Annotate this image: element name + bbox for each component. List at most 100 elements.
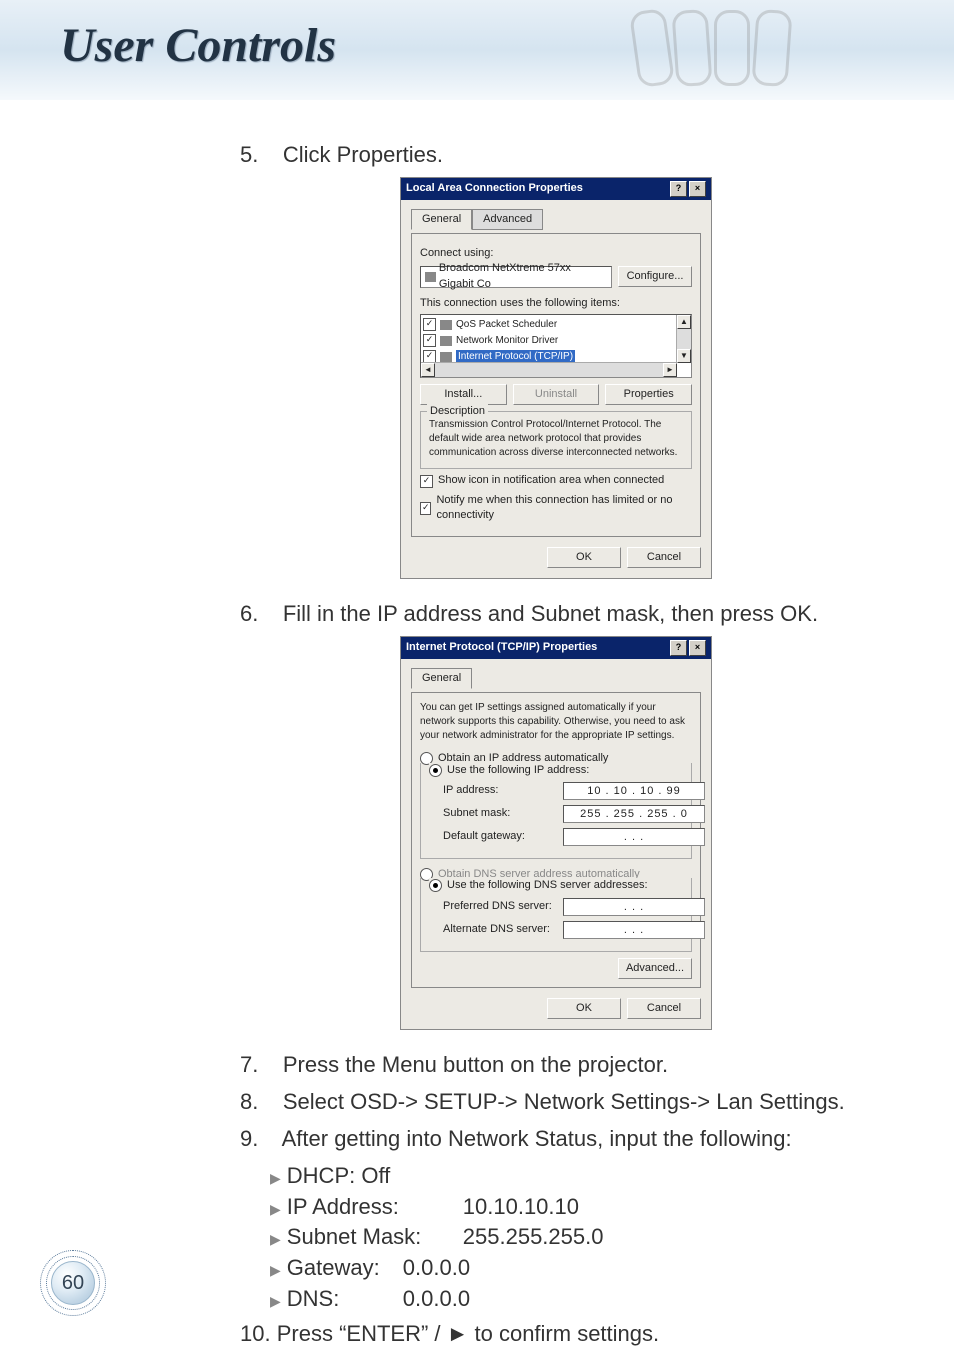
service-icon bbox=[440, 320, 452, 330]
description-title: Description bbox=[427, 404, 488, 419]
scroll-down-icon[interactable]: ▼ bbox=[677, 349, 691, 363]
step-8: 8. Select OSD-> SETUP-> Network Settings… bbox=[240, 1087, 894, 1118]
step-num: 5. bbox=[240, 142, 258, 167]
intro-text: You can get IP settings assigned automat… bbox=[420, 701, 692, 743]
ip-address-label: IP address: bbox=[443, 783, 563, 798]
use-dns-radio[interactable]: Use the following DNS server addresses: bbox=[429, 878, 652, 893]
scrollbar-vertical[interactable]: ▲ ▼ bbox=[676, 315, 691, 363]
ok-button[interactable]: OK bbox=[547, 998, 621, 1019]
step-text: Click Properties. bbox=[283, 142, 443, 167]
list-item[interactable]: ✓ QoS Packet Scheduler bbox=[423, 317, 689, 333]
item-label: Network Monitor Driver bbox=[456, 334, 558, 348]
radio-label: Use the following IP address: bbox=[447, 763, 589, 778]
step-10: 10. Press “ENTER” / ► to confirm setting… bbox=[240, 1319, 894, 1350]
checkbox-icon[interactable]: ✓ bbox=[420, 502, 431, 515]
service-icon bbox=[440, 352, 452, 362]
preferred-dns-input[interactable]: . . . bbox=[563, 898, 705, 916]
tcpip-properties-dialog: Internet Protocol (TCP/IP) Properties ? … bbox=[400, 636, 712, 1031]
bullet-ip: ▶ IP Address: 10.10.10.10 bbox=[270, 1192, 894, 1223]
alternate-dns-input[interactable]: . . . bbox=[563, 921, 705, 939]
radio-icon[interactable] bbox=[429, 764, 442, 777]
properties-button[interactable]: Properties bbox=[605, 384, 692, 405]
description-text: Transmission Control Protocol/Internet P… bbox=[429, 418, 683, 460]
scroll-left-icon[interactable]: ◄ bbox=[421, 363, 435, 377]
description-box: Description Transmission Control Protoco… bbox=[420, 411, 692, 469]
tab-advanced[interactable]: Advanced bbox=[472, 209, 543, 230]
page-number: 60 bbox=[51, 1261, 95, 1305]
uninstall-button: Uninstall bbox=[513, 384, 600, 405]
bullet-dhcp: ▶ DHCP: Off bbox=[270, 1161, 894, 1192]
ok-button[interactable]: OK bbox=[547, 547, 621, 568]
dialog-title: Local Area Connection Properties bbox=[406, 181, 583, 196]
item-label: QoS Packet Scheduler bbox=[456, 318, 557, 332]
show-icon-checkbox-row[interactable]: ✓ Show icon in notification area when co… bbox=[420, 473, 692, 488]
bullet-value: 10.10.10.10 bbox=[463, 1192, 579, 1223]
subnet-mask-label: Subnet mask: bbox=[443, 806, 563, 821]
items-listbox[interactable]: ✓ QoS Packet Scheduler ✓ Network Monitor… bbox=[420, 314, 692, 378]
subnet-mask-input[interactable]: 255 . 255 . 255 . 0 bbox=[563, 805, 705, 823]
step-text: Select OSD-> SETUP-> Network Settings-> … bbox=[283, 1089, 845, 1114]
preferred-dns-label: Preferred DNS server: bbox=[443, 899, 563, 914]
alternate-dns-label: Alternate DNS server: bbox=[443, 922, 563, 937]
adapter-field: Broadcom NetXtreme 57xx Gigabit Co bbox=[420, 266, 612, 288]
adapter-name: Broadcom NetXtreme 57xx Gigabit Co bbox=[439, 261, 607, 292]
bullet-icon: ▶ bbox=[270, 1261, 281, 1281]
scroll-up-icon[interactable]: ▲ bbox=[677, 315, 691, 329]
ip-address-input[interactable]: 10 . 10 . 10 . 99 bbox=[563, 782, 705, 800]
install-button[interactable]: Install... bbox=[420, 384, 507, 405]
step-text: Press “ENTER” / ► to confirm settings. bbox=[277, 1321, 659, 1346]
bullet-icon: ▶ bbox=[270, 1169, 281, 1189]
radio-label: Use the following DNS server addresses: bbox=[447, 878, 648, 893]
cancel-button[interactable]: Cancel bbox=[627, 998, 701, 1019]
items-label: This connection uses the following items… bbox=[420, 296, 692, 311]
bullet-icon: ▶ bbox=[270, 1292, 281, 1312]
checkbox-icon[interactable]: ✓ bbox=[420, 475, 433, 488]
step-num: 9. bbox=[240, 1126, 258, 1151]
page-header: User Controls bbox=[0, 0, 954, 100]
bullet-gateway: ▶ Gateway: 0.0.0.0 bbox=[270, 1253, 894, 1284]
tab-general[interactable]: General bbox=[411, 209, 472, 230]
scrollbar-horizontal[interactable]: ◄ ► bbox=[421, 362, 677, 377]
close-icon[interactable]: × bbox=[689, 181, 706, 197]
use-ip-radio[interactable]: Use the following IP address: bbox=[429, 763, 593, 778]
configure-button[interactable]: Configure... bbox=[618, 266, 692, 287]
step-num: 6. bbox=[240, 601, 258, 626]
bullet-icon: ▶ bbox=[270, 1200, 281, 1220]
bullet-label: DNS: bbox=[287, 1284, 397, 1315]
advanced-button[interactable]: Advanced... bbox=[618, 958, 692, 979]
notify-checkbox-row[interactable]: ✓ Notify me when this connection has lim… bbox=[420, 493, 692, 524]
bullet-value: 0.0.0.0 bbox=[403, 1284, 470, 1315]
bullet-value: 255.255.255.0 bbox=[463, 1222, 604, 1253]
step-5: 5. Click Properties. bbox=[240, 140, 894, 171]
checkbox-label: Notify me when this connection has limit… bbox=[436, 493, 692, 524]
default-gateway-label: Default gateway: bbox=[443, 829, 563, 844]
list-item[interactable]: ✓ Network Monitor Driver bbox=[423, 333, 689, 349]
checkbox-icon[interactable]: ✓ bbox=[423, 334, 436, 347]
step-7: 7. Press the Menu button on the projecto… bbox=[240, 1050, 894, 1081]
checkbox-icon[interactable]: ✓ bbox=[423, 318, 436, 331]
dialog-titlebar: Local Area Connection Properties ? × bbox=[401, 178, 711, 200]
scroll-right-icon[interactable]: ► bbox=[663, 363, 677, 377]
header-decoration bbox=[634, 10, 834, 90]
dialog-titlebar: Internet Protocol (TCP/IP) Properties ? … bbox=[401, 637, 711, 659]
local-area-connection-dialog: Local Area Connection Properties ? × Gen… bbox=[400, 177, 712, 579]
tab-general[interactable]: General bbox=[411, 668, 472, 689]
radio-icon[interactable] bbox=[429, 879, 442, 892]
checkbox-label: Show icon in notification area when conn… bbox=[438, 473, 664, 488]
network-settings-list: ▶ DHCP: Off ▶ IP Address: 10.10.10.10 ▶ … bbox=[270, 1161, 894, 1315]
cancel-button[interactable]: Cancel bbox=[627, 547, 701, 568]
close-icon[interactable]: × bbox=[689, 640, 706, 656]
bullet-label: DHCP: Off bbox=[287, 1161, 391, 1192]
help-icon[interactable]: ? bbox=[670, 640, 687, 656]
bullet-subnet: ▶ Subnet Mask: 255.255.255.0 bbox=[270, 1222, 894, 1253]
adapter-icon bbox=[425, 272, 436, 282]
step-text: After getting into Network Status, input… bbox=[282, 1126, 792, 1151]
content-area: 5. Click Properties. Local Area Connecti… bbox=[0, 100, 954, 1350]
help-icon[interactable]: ? bbox=[670, 181, 687, 197]
default-gateway-input[interactable]: . . . bbox=[563, 828, 705, 846]
page-number-badge: 60 bbox=[40, 1250, 104, 1314]
step-num: 7. bbox=[240, 1052, 258, 1077]
connect-using-label: Connect using: bbox=[420, 246, 692, 261]
service-icon bbox=[440, 336, 452, 346]
step-text: Fill in the IP address and Subnet mask, … bbox=[283, 601, 818, 626]
